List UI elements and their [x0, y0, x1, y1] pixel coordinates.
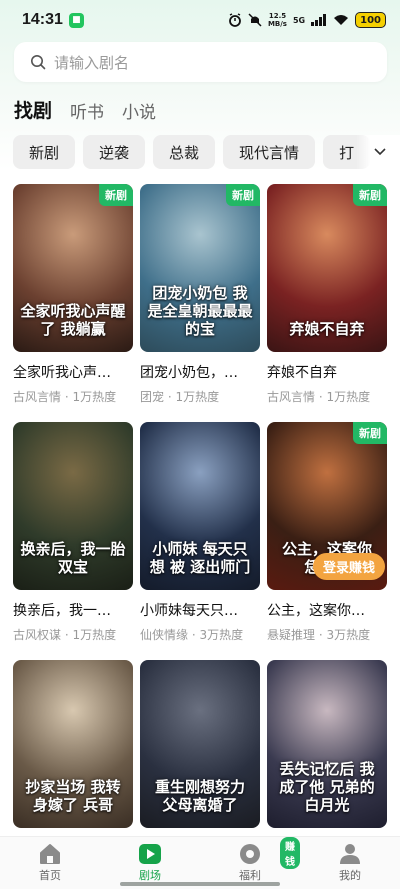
- drama-poster[interactable]: 换亲后，我一胎双宝: [13, 422, 133, 590]
- tab-audiobooks[interactable]: 听书: [70, 98, 104, 123]
- battery-indicator: 100: [355, 12, 386, 28]
- drama-card[interactable]: 全家听我心声醒了 我躺赢 新剧全家听我心声… 古风言情 · 1万热度: [13, 184, 133, 405]
- drama-poster[interactable]: 公主，这案你 恁么看新剧登录赚钱: [267, 422, 387, 590]
- nav-profile[interactable]: 我的: [300, 837, 400, 889]
- drama-title[interactable]: 小师妹每天只…: [140, 600, 260, 620]
- status-bar: 14:31 ■ 12.5 MB/s 5G 100: [0, 0, 400, 40]
- poster-title-art: 换亲后，我一胎双宝: [20, 540, 126, 576]
- drama-title[interactable]: 团宠小奶包，…: [140, 362, 260, 382]
- drama-poster[interactable]: 抄家当场 我转身嫁了 兵哥: [13, 660, 133, 828]
- home-icon: [40, 844, 60, 864]
- play-icon: [139, 844, 161, 864]
- drama-meta: 悬疑推理 · 3万热度: [267, 628, 371, 642]
- poster-title-art: 重生刚想努力 父母离婚了: [154, 778, 245, 814]
- drama-meta: 团宠 · 1万热度: [140, 390, 220, 404]
- wifi-icon: [334, 15, 349, 25]
- tab-find-drama[interactable]: 找剧: [14, 96, 52, 123]
- chip-modern-romance[interactable]: 现代言情: [223, 135, 316, 169]
- drama-card[interactable]: 丢失记忆后 我成了他 兄弟的白月光: [267, 660, 387, 828]
- drama-title[interactable]: 全家听我心声…: [13, 362, 133, 382]
- alarm-icon: [229, 13, 241, 27]
- drama-card[interactable]: 抄家当场 我转身嫁了 兵哥: [13, 660, 133, 828]
- login-earn-button[interactable]: 登录赚钱: [313, 553, 386, 580]
- network-type: 5G: [292, 15, 306, 25]
- status-icons: 12.5 MB/s 5G 100: [228, 12, 386, 28]
- nav-home[interactable]: 首页: [0, 837, 100, 889]
- person-icon: [340, 844, 360, 864]
- network-speed: 12.5 MB/s: [267, 12, 287, 28]
- drama-poster[interactable]: 重生刚想努力 父母离婚了: [140, 660, 260, 828]
- chip-comeback[interactable]: 逆袭: [83, 135, 146, 169]
- drama-title[interactable]: 公主，这案你…: [267, 600, 387, 620]
- chevron-down-icon: [374, 148, 386, 156]
- drama-poster[interactable]: 团宠小奶包 我是全皇朝最最最的宝 新剧: [140, 184, 260, 352]
- home-indicator: [120, 882, 280, 886]
- drama-title[interactable]: 弃娘不自弃: [267, 362, 387, 382]
- new-badge: 新剧: [226, 184, 260, 206]
- coin-icon: [240, 844, 260, 864]
- drama-card[interactable]: 弃娘不自弃 新剧弃娘不自弃古风言情 · 1万热度: [267, 184, 387, 405]
- mute-icon: [248, 13, 262, 27]
- drama-card[interactable]: 公主，这案你 恁么看新剧登录赚钱公主，这案你…悬疑推理 · 3万热度: [267, 422, 387, 643]
- poster-title-art: 团宠小奶包 我是全皇朝最最最的宝: [147, 284, 253, 338]
- search-icon: [31, 55, 46, 70]
- new-badge: 新剧: [99, 184, 133, 206]
- app-notification-icon: ■: [68, 12, 84, 28]
- poster-title-art: 小师妹 每天只想 被 逐出师门: [149, 540, 251, 576]
- new-badge: 新剧: [353, 422, 387, 444]
- poster-title-art: 弃娘不自弃: [289, 320, 365, 338]
- drama-poster[interactable]: 弃娘不自弃 新剧: [267, 184, 387, 352]
- drama-card[interactable]: 换亲后，我一胎双宝换亲后，我一… 古风权谋 · 1万热度: [13, 422, 133, 643]
- chip-new[interactable]: 新剧: [13, 135, 76, 169]
- signal-icon: [311, 14, 327, 26]
- search-input[interactable]: 请输入剧名: [14, 42, 387, 82]
- content-tabs: 找剧 听书 小说: [14, 96, 156, 123]
- status-time: 14:31: [22, 11, 63, 28]
- drama-meta: 古风权谋 · 1万热度: [13, 628, 117, 642]
- genre-chips: 新剧 逆袭 总裁 现代言情 打: [13, 135, 400, 169]
- poster-title-art: 丢失记忆后 我成了他 兄弟的白月光: [279, 760, 375, 814]
- drama-poster[interactable]: 全家听我心声醒了 我躺赢 新剧: [13, 184, 133, 352]
- search-placeholder: 请输入剧名: [54, 54, 130, 72]
- tab-novels[interactable]: 小说: [122, 98, 156, 123]
- expand-chips-button[interactable]: [356, 135, 400, 169]
- poster-title-art: 抄家当场 我转身嫁了 兵哥: [25, 778, 121, 814]
- drama-meta: 古风言情 · 1万热度: [267, 390, 371, 404]
- drama-meta: 仙侠情缘 · 3万热度: [140, 628, 244, 642]
- drama-poster[interactable]: 丢失记忆后 我成了他 兄弟的白月光: [267, 660, 387, 828]
- chip-ceo[interactable]: 总裁: [153, 135, 216, 169]
- rewards-badge: 赚钱: [280, 837, 300, 869]
- drama-card[interactable]: 团宠小奶包 我是全皇朝最最最的宝 新剧团宠小奶包，… 团宠 · 1万热度: [140, 184, 260, 405]
- drama-poster[interactable]: 小师妹 每天只想 被 逐出师门: [140, 422, 260, 590]
- new-badge: 新剧: [353, 184, 387, 206]
- drama-meta: 古风言情 · 1万热度: [13, 390, 117, 404]
- drama-title[interactable]: 换亲后，我一…: [13, 600, 133, 620]
- drama-card[interactable]: 小师妹 每天只想 被 逐出师门小师妹每天只… 仙侠情缘 · 3万热度: [140, 422, 260, 643]
- drama-card[interactable]: 重生刚想努力 父母离婚了: [140, 660, 260, 828]
- poster-title-art: 全家听我心声醒了 我躺赢: [20, 302, 126, 338]
